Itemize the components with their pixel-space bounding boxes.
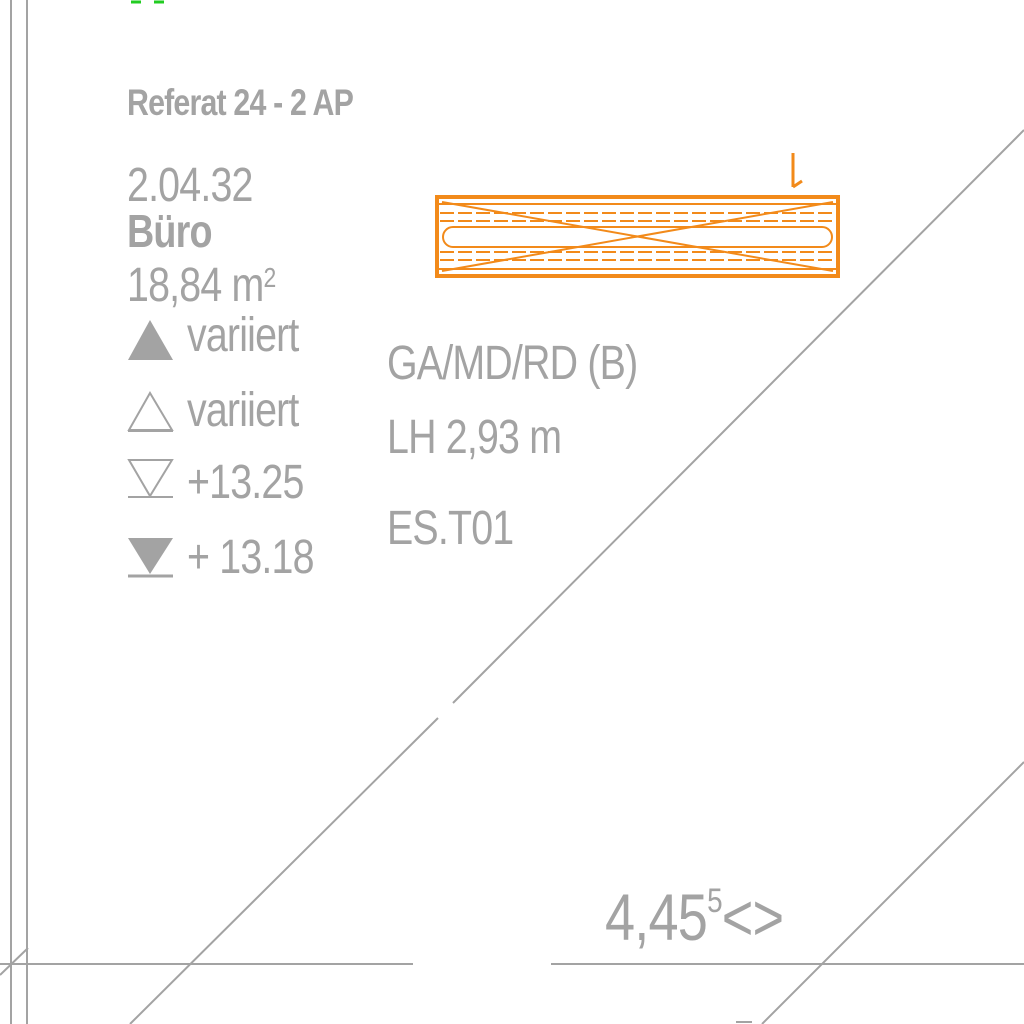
dimension-suffix: <>: [721, 880, 784, 954]
dimension-superscript: 5: [707, 882, 723, 920]
dimension-label: 4,455<>: [605, 882, 784, 950]
filled-down-triangle-icon: [128, 538, 173, 578]
dimension-value: 4,45: [605, 880, 708, 954]
filled-up-triangle-icon: [128, 320, 173, 360]
diagonal-line-2: [129, 717, 439, 1024]
department-label: Referat 24 - 2 AP: [127, 82, 354, 123]
element-code: ES.T01: [387, 502, 514, 555]
finish-code: GA/MD/RD (B): [387, 337, 638, 390]
diagonal-line-3: [761, 761, 1024, 1024]
room-area-value: 18,84 m: [127, 259, 264, 312]
room-number: 2.04.32: [127, 159, 253, 212]
level-text-top-raw: variiert: [187, 384, 299, 437]
room-name: Büro: [127, 205, 213, 257]
level-text-floor-finished: +13.25: [187, 456, 304, 509]
level-text-floor-raw: + 13.18: [187, 531, 314, 584]
room-area-unit-superscript: 2: [263, 262, 276, 293]
diagonal-line-4: [0, 947, 29, 976]
outline-down-triangle-icon: [127, 459, 174, 498]
clear-height: LH 2,93 m: [387, 411, 562, 464]
outline-up-triangle-icon: [127, 391, 174, 432]
level-text-top-finished: variiert: [187, 309, 299, 362]
radiator-symbol: [435, 153, 840, 278]
room-area: 18,84 m2: [127, 259, 276, 312]
